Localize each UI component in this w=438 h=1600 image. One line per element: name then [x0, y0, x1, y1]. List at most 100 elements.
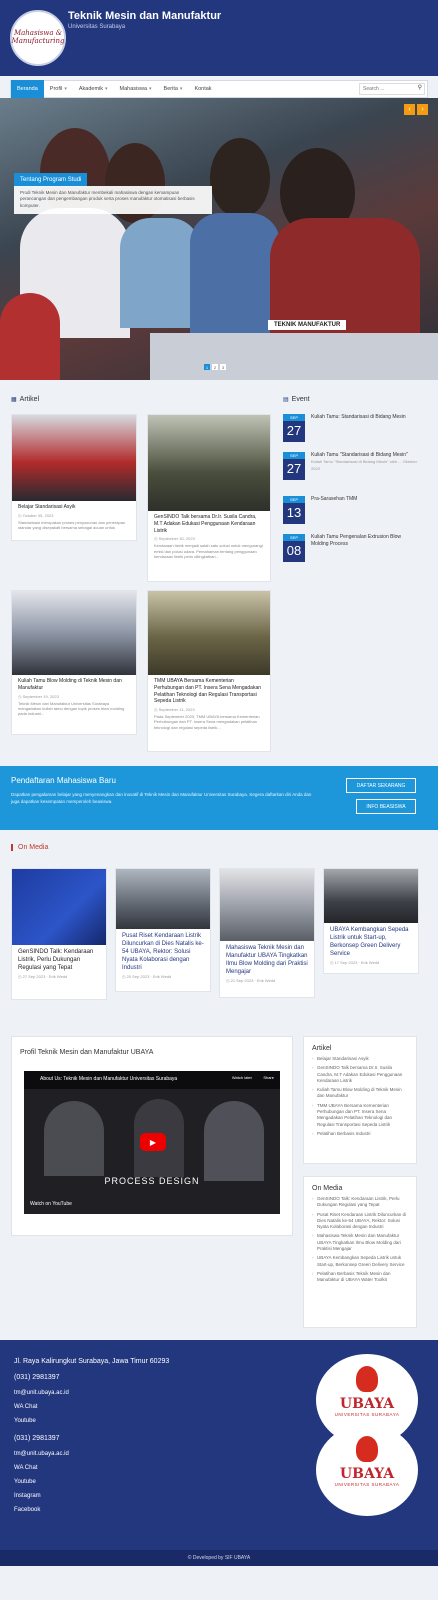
footer-phone[interactable]: (031) 2981397 — [14, 1374, 60, 1381]
event-item[interactable]: SEP 08 Kuliah Tamu Pengenalan Extrusion B… — [283, 534, 417, 566]
article-image[interactable] — [148, 415, 270, 511]
event-month: SEP — [283, 452, 305, 459]
site-header: Mahasiswa & Manufacturing Teknik Mesin d… — [0, 0, 438, 76]
site-title[interactable]: Teknik Mesin dan Manufaktur — [68, 10, 221, 22]
hero-dot[interactable]: 2 — [212, 364, 218, 370]
nav-item-profil[interactable]: Profil ▾ — [44, 80, 73, 98]
grid-icon: ▦ — [11, 397, 17, 403]
scholarship-button[interactable]: INFO BEASISWA — [356, 799, 416, 814]
article-image[interactable] — [12, 415, 136, 501]
article-date-text: September 30, 2023 — [158, 536, 195, 542]
video-player[interactable]: About Us: Teknik Mesin dan Manufaktur Un… — [24, 1071, 280, 1214]
chevron-left-icon[interactable]: ‹ — [404, 104, 415, 115]
hero-dot[interactable]: 3 — [220, 364, 226, 370]
article-card[interactable]: TMM UBAYA Bersama Kementerian Perhubunga… — [147, 590, 271, 752]
article-card[interactable]: Belajar Standarisasi Asyik ◷ October 05,… — [11, 414, 137, 541]
register-button[interactable]: DAFTAR SEKARANG — [346, 778, 416, 793]
chevron-right-icon[interactable]: › — [417, 104, 428, 115]
ubaya-logo-uni: UNIVERSITAS SURABAYA — [334, 1482, 400, 1487]
logo-text: Mahasiswa & Manufacturing — [11, 29, 65, 45]
media-title[interactable]: UBAYA Kembangkan Sepeda Listrik untuk St… — [324, 923, 418, 958]
article-title[interactable]: GenSINDO Talk bersama Dr.Ir. Susila Cand… — [148, 511, 270, 534]
media-card[interactable]: UBAYA Kembangkan Sepeda Listrik untuk St… — [323, 868, 419, 974]
sidebar-media-link[interactable]: Mahasiswa Teknik Mesin dan Manufaktur UB… — [312, 1233, 408, 1252]
media-card[interactable]: GenSINDO Talk: Kendaraan Listrik, Perlu … — [11, 868, 107, 1000]
media-image[interactable] — [12, 869, 106, 945]
article-title[interactable]: Kuliah Tamu Blow Molding di Teknik Mesin… — [12, 675, 136, 692]
event-title[interactable]: Kuliah Tamu: Standarisasi di Bidang Mesi… — [311, 414, 417, 421]
ubaya-logo-uni: UNIVERSITAS SURABAYA — [334, 1412, 400, 1417]
nav-item-berita[interactable]: Berita ▾ — [158, 80, 189, 98]
media-author: Erik Wedd — [48, 974, 68, 980]
article-image[interactable] — [148, 591, 270, 675]
media-meta: ◷ 21 Sep 2023 · Erik Wedd — [226, 978, 276, 984]
main-nav: Beranda Profil ▾ Akademik ▾ Mahasiswa ▾ Ber… — [10, 80, 428, 98]
nav-item-kontak[interactable]: Kontak — [188, 80, 217, 98]
share-button[interactable]: Share — [263, 1075, 274, 1080]
footer-link-instagram[interactable]: Instagram — [14, 1493, 41, 1499]
video-title[interactable]: About Us: Teknik Mesin dan Manufaktur Un… — [40, 1076, 177, 1082]
media-meta: ◷ 17 Sep 2023 · Erik Wedd — [330, 960, 380, 966]
nav-item-akademik[interactable]: Akademik ▾ — [73, 80, 114, 98]
nav-item-mahasiswa[interactable]: Mahasiswa ▾ — [114, 80, 158, 98]
footer-link-facebook[interactable]: Facebook — [14, 1507, 40, 1513]
sidebar-media-link[interactable]: Pusat Riset Kendaraan Listrik Diluncurka… — [312, 1212, 408, 1231]
sidebar-article-link[interactable]: Pelatihan Berbasis Industri — [312, 1131, 408, 1138]
footer-phone-2[interactable]: (031) 2981397 — [14, 1435, 60, 1442]
site-logo[interactable]: Mahasiswa & Manufacturing — [10, 10, 66, 66]
footer-link-youtube-2[interactable]: Youtube — [14, 1479, 36, 1485]
media-image[interactable] — [220, 869, 314, 941]
articles-heading: ▦ Artikel — [11, 396, 39, 403]
hero-dot[interactable]: 1 — [204, 364, 210, 370]
media-card[interactable]: Mahasiswa Teknik Mesin dan Manufaktur UB… — [219, 868, 315, 998]
nav-label: Profil — [49, 86, 63, 92]
event-title[interactable]: Pra-Sarasehan TMM — [311, 496, 417, 503]
search-input[interactable] — [359, 83, 425, 95]
sidebar-article-link[interactable]: Belajar Standarisasi Asyik — [312, 1056, 408, 1063]
article-title[interactable]: Belajar Standarisasi Asyik — [12, 501, 136, 511]
footer-link-wa[interactable]: WA Chat — [14, 1404, 37, 1410]
event-day: 13 — [286, 505, 302, 520]
media-author: Erik Wedd — [152, 974, 172, 980]
sidebar-article-link[interactable]: Kuliah Tamu Blow Molding di Teknik Mesin… — [312, 1087, 408, 1100]
event-title[interactable]: Kuliah Tamu Pengenalan Extrusion Blow Mo… — [311, 534, 417, 548]
watch-on-youtube[interactable]: Watch on YouTube — [30, 1201, 72, 1207]
sidebar-article-link[interactable]: GenSINDO Talk bersama Dr.Ir. Susila Cand… — [312, 1065, 408, 1084]
event-item[interactable]: SEP 27 Kuliah Tamu "Standarisasi di Bidan… — [283, 452, 417, 492]
article-title[interactable]: TMM UBAYA Bersama Kementerian Perhubunga… — [148, 675, 270, 705]
footer-link-wa-2[interactable]: WA Chat — [14, 1465, 37, 1471]
footer-email-2[interactable]: tm@unit.ubaya.ac.id — [14, 1451, 69, 1457]
article-card[interactable]: Kuliah Tamu Blow Molding di Teknik Mesin… — [11, 590, 137, 735]
sidebar-articles-title: Artikel — [312, 1045, 332, 1052]
nav-label: Akademik — [78, 86, 103, 92]
media-title[interactable]: Pusat Riset Kendaraan Listrik Diluncurka… — [116, 929, 210, 972]
footer-link-youtube[interactable]: Youtube — [14, 1418, 36, 1424]
article-date: ◷ September 19, 2023 — [18, 693, 59, 699]
sidebar-media-link[interactable]: Pelatihan Berbasis Teknik Mesin dan Manu… — [312, 1271, 408, 1284]
sidebar-media-link[interactable]: UBAYA Kembangkan Sepeda Listrik untuk St… — [312, 1255, 408, 1268]
search-icon[interactable]: ⚲ — [418, 84, 422, 91]
sidebar-article-link[interactable]: TMM UBAYA Bersama Kementerian Perhubunga… — [312, 1103, 408, 1128]
media-title[interactable]: GenSINDO Talk: Kendaraan Listrik, Perlu … — [12, 945, 106, 972]
play-icon[interactable]: ▶ — [140, 1133, 166, 1151]
article-card[interactable]: GenSINDO Talk bersama Dr.Ir. Susila Cand… — [147, 414, 271, 582]
media-card[interactable]: Pusat Riset Kendaraan Listrik Diluncurka… — [115, 868, 211, 992]
event-item[interactable]: SEP 13 Pra-Sarasehan TMM — [283, 496, 417, 528]
ubaya-logo[interactable]: UBAYA UNIVERSITAS SURABAYA — [316, 1424, 418, 1516]
chevron-down-icon: ▾ — [105, 86, 108, 92]
article-excerpt: Teknik Mesin dan Manufaktur Universitas … — [18, 700, 125, 717]
event-item[interactable]: SEP 27 Kuliah Tamu: Standarisasi di Bidan… — [283, 414, 417, 446]
sidebar-media-link[interactable]: GenSINDO Talk: Kendaraan Listrik, Perlu … — [312, 1196, 408, 1209]
article-image[interactable] — [12, 591, 136, 675]
event-title[interactable]: Kuliah Tamu "Standarisasi di Bidang Mesi… — [311, 452, 417, 472]
footer-email[interactable]: tm@unit.ubaya.ac.id — [14, 1390, 69, 1396]
article-date: ◷ October 05, 2023 — [18, 512, 54, 518]
media-title[interactable]: Mahasiswa Teknik Mesin dan Manufaktur UB… — [220, 941, 314, 976]
article-date-text: September 19, 2023 — [22, 693, 59, 699]
watch-later-button[interactable]: Watch later — [232, 1075, 252, 1080]
media-image[interactable] — [324, 869, 418, 923]
media-image[interactable] — [116, 869, 210, 929]
event-date: SEP 13 — [283, 496, 305, 524]
hero-caption-title[interactable]: Tentang Program Studi — [14, 173, 88, 187]
nav-item-beranda[interactable]: Beranda — [11, 80, 44, 98]
